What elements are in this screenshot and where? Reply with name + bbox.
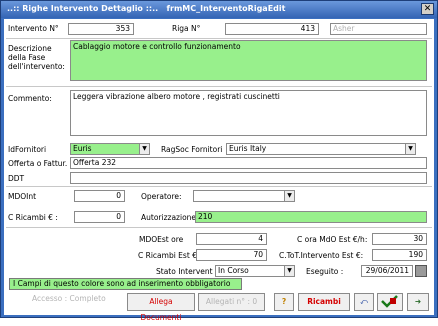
riga-label: Riga N° xyxy=(172,24,201,33)
stato-select[interactable]: In Corso ▼ xyxy=(215,265,295,277)
allegati-count-button: Allegati n° : 0 xyxy=(198,293,265,311)
chevron-down-icon[interactable]: ▼ xyxy=(284,266,294,276)
divider xyxy=(6,186,432,187)
autorizzazione-field[interactable]: 210 xyxy=(195,211,427,223)
ddt-field[interactable] xyxy=(70,172,427,184)
ricambi-field[interactable]: 0 xyxy=(74,211,125,223)
chevron-down-icon[interactable]: ▼ xyxy=(139,144,149,154)
eseguito-field[interactable]: 29/06/2011 xyxy=(361,265,413,277)
divider xyxy=(6,86,432,87)
mdoint-label: MDOInt xyxy=(8,192,37,201)
ricest-label: C Ricambi Est €: xyxy=(138,251,200,260)
access-level-text: Accesso : Completo xyxy=(32,294,106,303)
ragsoc-label: RagSoc Fornitori xyxy=(161,145,223,154)
ragsoc-select[interactable]: Euris Italy ▼ xyxy=(226,143,416,155)
save-check-icon xyxy=(381,295,398,308)
close-window-button[interactable]: ✕ xyxy=(421,3,434,15)
stato-label: Stato Intervent xyxy=(156,267,213,276)
intervento-field[interactable]: 353 xyxy=(68,23,134,35)
descrizione-label: Descrizione della Fase dell'intervento: xyxy=(8,44,65,71)
save-button[interactable] xyxy=(377,293,403,311)
chevron-down-icon[interactable]: ▼ xyxy=(284,191,294,201)
autorizzazione-label: Autorizzazione: xyxy=(141,213,199,222)
idfornitori-value: Euris xyxy=(73,144,92,153)
offerta-field[interactable]: Offerta 232 xyxy=(70,157,427,169)
mdoint-field[interactable]: 0 xyxy=(74,190,125,202)
allega-documenti-button[interactable]: Allega Documenti xyxy=(127,293,195,322)
undo-button[interactable]: ⤺ xyxy=(354,293,374,311)
ricambi-label: C Ricambi € : xyxy=(8,213,58,222)
eseguito-label: Eseguito : xyxy=(306,267,344,276)
operatore-select[interactable]: ▼ xyxy=(193,190,295,202)
ddt-label: DDT xyxy=(8,174,25,183)
ctot-field[interactable]: 190 xyxy=(372,249,427,261)
help-button[interactable]: ? xyxy=(274,293,294,311)
ctot-label: C.ToT.Intervento Est €: xyxy=(279,251,364,260)
form-body: Intervento N° 353 Riga N° 413 Asher Desc… xyxy=(4,19,434,322)
riga-field[interactable]: 413 xyxy=(225,23,319,35)
mdoest-label: MDOEst ore xyxy=(139,235,184,244)
descrizione-field[interactable]: Cablaggio motore e controllo funzionamen… xyxy=(70,40,427,81)
cora-field[interactable]: 30 xyxy=(372,233,427,245)
idfornitori-select[interactable]: Euris ▼ xyxy=(70,143,150,155)
ricest-field[interactable]: 70 xyxy=(196,249,267,261)
intervento-label: Intervento N° xyxy=(8,24,59,33)
user-field: Asher xyxy=(330,23,427,35)
ricambi-button[interactable]: Ricambi xyxy=(298,293,350,311)
cora-label: C ora MdO Est €/h: xyxy=(297,235,368,244)
chevron-down-icon[interactable]: ▼ xyxy=(405,144,415,154)
window-title: ..:: Righe Intervento Dettaglio ::.. frm… xyxy=(7,4,286,13)
offerta-label: Offerta o Fattur. xyxy=(8,159,68,168)
divider xyxy=(6,38,432,39)
window: ..:: Righe Intervento Dettaglio ::.. frm… xyxy=(0,0,438,322)
idfornitori-label: IdFornitori xyxy=(8,145,47,154)
ragsoc-value: Euris Italy xyxy=(229,144,267,153)
operatore-label: Operatore: xyxy=(141,192,182,201)
commento-field[interactable]: Leggera vibrazione albero motore , regis… xyxy=(70,90,427,136)
stato-value: In Corso xyxy=(218,266,249,275)
divider xyxy=(6,227,432,228)
calendar-icon[interactable] xyxy=(415,265,427,277)
mdoest-field[interactable]: 4 xyxy=(196,233,267,245)
required-fields-note: I Campi di questo colore sono ad inserim… xyxy=(9,278,242,290)
exit-button[interactable]: ➜ xyxy=(407,293,429,311)
commento-label: Commento: xyxy=(8,94,52,103)
title-bar: ..:: Righe Intervento Dettaglio ::.. frm… xyxy=(1,1,437,18)
